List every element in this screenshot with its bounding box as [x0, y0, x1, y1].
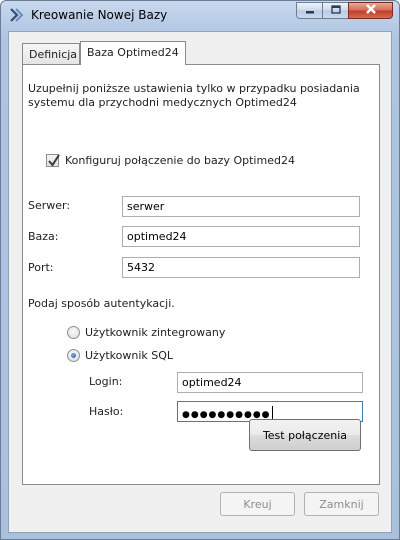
database-input[interactable]: optimed24 [122, 226, 360, 247]
radio-selected-dot [71, 353, 76, 358]
integrated-user-label[interactable]: Użytkownik zintegrowany [85, 326, 225, 339]
tab-label: Definicja [29, 48, 78, 61]
close-button[interactable]: Zamknij [304, 492, 379, 516]
minimize-button[interactable] [296, 2, 322, 19]
integrated-user-radio[interactable] [67, 326, 80, 339]
text-caret [271, 406, 273, 419]
close-icon [365, 4, 377, 17]
dialog-client-area: Definicja Baza Optimed24 Uzupełnij poniż… [8, 31, 392, 533]
auth-prompt: Podaj sposób autentykacji. [28, 297, 175, 310]
port-label: Port: [28, 261, 54, 274]
port-input[interactable]: 5432 [122, 257, 360, 278]
sql-user-label[interactable]: Użytkownik SQL [85, 349, 173, 362]
minimize-icon [305, 4, 315, 17]
login-value: optimed24 [182, 376, 242, 389]
database-value: optimed24 [127, 230, 187, 243]
title-bar[interactable]: Kreowanie Nowej Bazy [1, 1, 399, 29]
configure-connection-checkbox[interactable] [46, 154, 60, 167]
password-label: Hasło: [89, 405, 124, 418]
server-label: Serwer: [28, 199, 71, 212]
login-input[interactable]: optimed24 [177, 372, 363, 393]
maximize-icon [330, 4, 341, 17]
login-label: Login: [89, 375, 123, 388]
configure-connection-label[interactable]: Konfiguruj połączenie do bazy Optimed24 [65, 154, 295, 167]
tab-label: Baza Optimed24 [87, 46, 179, 59]
dialog-window: Kreowanie Nowej Bazy Definicja Baza Opti… [0, 0, 400, 540]
database-label: Baza: [28, 230, 59, 243]
database-arrow-icon [8, 7, 24, 23]
create-button[interactable]: Kreuj [220, 492, 295, 516]
server-input[interactable]: serwer [122, 196, 360, 217]
sql-user-radio[interactable] [67, 349, 80, 362]
port-value: 5432 [127, 261, 155, 274]
checkmark-icon [48, 154, 60, 167]
close-window-button[interactable] [348, 2, 393, 19]
window-title: Kreowanie Nowej Bazy [31, 8, 168, 22]
info-text: Uzupełnij poniższe ustawienia tylko w pr… [28, 82, 360, 109]
server-value: serwer [127, 200, 165, 213]
test-connection-label: Test połączenia [262, 428, 348, 442]
close-button-label: Zamknij [319, 497, 364, 511]
tab-definicja[interactable]: Definicja [22, 43, 80, 64]
tab-baza-optimed24[interactable]: Baza Optimed24 [80, 41, 186, 65]
test-connection-button[interactable]: Test połączenia [249, 419, 361, 451]
create-button-label: Kreuj [243, 497, 272, 511]
maximize-button[interactable] [322, 2, 348, 19]
